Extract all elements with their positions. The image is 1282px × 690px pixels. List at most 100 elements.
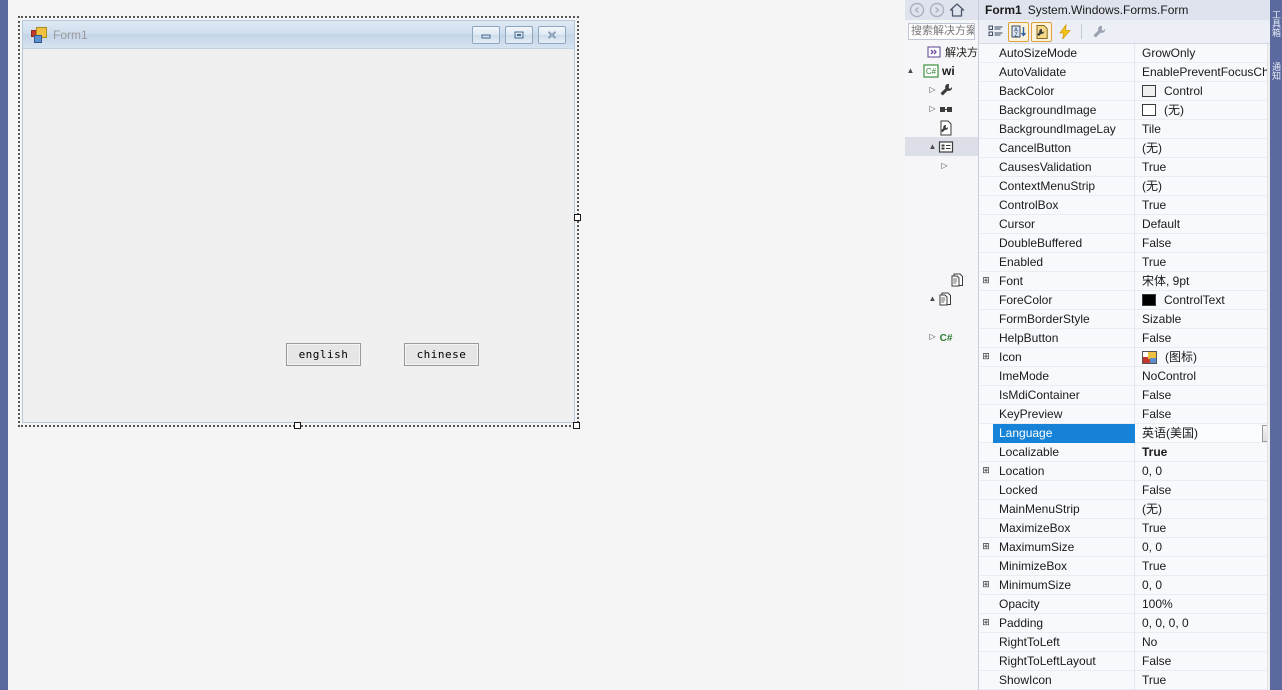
property-name[interactable]: HelpButton [993, 328, 1135, 348]
chinese-button[interactable]: chinese [404, 343, 479, 366]
property-row[interactable]: Language 英语(美国) [979, 423, 1282, 443]
property-row[interactable]: BackgroundImageLay Tile [979, 119, 1282, 139]
property-name[interactable]: Padding [993, 613, 1135, 633]
property-row[interactable]: ⊞ Icon (图标) [979, 347, 1282, 367]
property-name[interactable]: Cursor [993, 214, 1135, 234]
property-value[interactable]: True [1135, 253, 1282, 272]
property-row[interactable]: HelpButton False [979, 328, 1282, 348]
property-value[interactable]: GrowOnly [1135, 44, 1282, 63]
property-name[interactable]: MinimizeBox [993, 556, 1135, 576]
property-row[interactable]: ForeColor ControlText [979, 290, 1282, 310]
property-value[interactable]: False [1135, 481, 1282, 500]
properties-window[interactable]: Form1 System.Windows.Forms.Form ▾ A [978, 0, 1282, 690]
property-row[interactable]: RightToLeftLayout False [979, 651, 1282, 671]
expander-collapsed[interactable]: ▷ [927, 327, 938, 346]
property-row[interactable]: KeyPreview False [979, 404, 1282, 424]
property-name[interactable]: MinimumSize [993, 575, 1135, 595]
property-row[interactable]: Locked False [979, 480, 1282, 500]
resize-handle-bottom-right[interactable] [573, 422, 580, 429]
property-name[interactable]: Icon [993, 347, 1135, 367]
property-value[interactable]: 0, 0 [1135, 538, 1282, 557]
property-row[interactable]: IsMdiContainer False [979, 385, 1282, 405]
property-value[interactable]: Sizable [1135, 310, 1282, 329]
property-value[interactable]: 宋体, 9pt [1135, 272, 1282, 291]
property-name[interactable]: AutoSizeMode [993, 44, 1135, 63]
property-row[interactable]: BackgroundImage (无) [979, 100, 1282, 120]
property-pages-button[interactable] [1088, 22, 1109, 42]
property-row[interactable]: MinimizeBox True [979, 556, 1282, 576]
property-value[interactable]: Control [1135, 82, 1282, 101]
property-value[interactable]: 英语(美国) [1135, 424, 1282, 443]
home-icon[interactable] [949, 2, 965, 18]
property-value[interactable]: Tile [1135, 120, 1282, 139]
solution-explorer-panel[interactable]: 搜索解决方案资源管理器 解决方案 ▲ [905, 0, 978, 690]
expander-collapsed[interactable]: ▷ [939, 156, 950, 175]
property-value[interactable]: 0, 0 [1135, 462, 1282, 481]
property-row[interactable]: BackColor Control [979, 81, 1282, 101]
se-row-references[interactable]: ▷ [905, 99, 978, 118]
expander-expanded[interactable]: ▲ [927, 289, 938, 308]
property-value[interactable]: 0, 0, 0, 0 [1135, 614, 1282, 633]
form-minimize-button[interactable] [472, 25, 500, 44]
property-value[interactable]: True [1135, 671, 1282, 690]
expand-icon[interactable]: ⊞ [979, 538, 993, 557]
property-name[interactable]: IsMdiContainer [993, 385, 1135, 405]
property-row[interactable]: FormBorderStyle Sizable [979, 309, 1282, 329]
property-name[interactable]: ContextMenuStrip [993, 176, 1135, 196]
forward-icon[interactable] [929, 2, 945, 18]
property-row[interactable]: ShowIcon True [979, 670, 1282, 690]
property-value[interactable]: (无) [1135, 139, 1282, 158]
property-row[interactable]: Opacity 100% [979, 594, 1282, 614]
back-icon[interactable] [909, 2, 925, 18]
property-row[interactable]: ImeMode NoControl [979, 366, 1282, 386]
right-autohide-tab-strip[interactable]: 工具箱 通知 [1270, 0, 1282, 690]
property-value[interactable]: True [1135, 196, 1282, 215]
property-value[interactable]: False [1135, 329, 1282, 348]
property-value[interactable]: NoControl [1135, 367, 1282, 386]
se-row-child-1[interactable]: ▷ [905, 156, 978, 175]
expand-icon[interactable]: ⊞ [979, 614, 993, 633]
property-value[interactable]: True [1135, 443, 1282, 462]
designed-form[interactable]: Form1 english chinese [22, 20, 575, 423]
se-row-properties[interactable]: ▷ [905, 80, 978, 99]
expand-icon[interactable]: ⊞ [979, 272, 993, 291]
property-name[interactable]: ForeColor [993, 290, 1135, 310]
properties-header[interactable]: Form1 System.Windows.Forms.Form ▾ [979, 0, 1282, 20]
property-row[interactable]: ⊞ Location 0, 0 [979, 461, 1282, 481]
property-value[interactable]: (图标) [1135, 348, 1282, 367]
alphabetical-button[interactable]: A Z [1008, 21, 1029, 42]
se-row-solution[interactable]: 解决方案 [905, 42, 978, 61]
property-name[interactable]: BackgroundImage [993, 100, 1135, 120]
property-name[interactable]: Locked [993, 480, 1135, 500]
property-row[interactable]: ⊞ Padding 0, 0, 0, 0 [979, 613, 1282, 633]
property-row[interactable]: Enabled True [979, 252, 1282, 272]
expander-expanded[interactable]: ▲ [927, 137, 938, 156]
property-row[interactable]: ⊞ MinimumSize 0, 0 [979, 575, 1282, 595]
form-close-button[interactable] [538, 25, 566, 44]
property-name[interactable]: Localizable [993, 442, 1135, 462]
property-name[interactable]: RightToLeft [993, 632, 1135, 652]
property-row[interactable]: AutoSizeMode GrowOnly [979, 44, 1282, 63]
property-value[interactable]: False [1135, 652, 1282, 671]
english-button[interactable]: english [286, 343, 361, 366]
expand-icon[interactable]: ⊞ [979, 462, 993, 481]
property-name[interactable]: RightToLeftLayout [993, 651, 1135, 671]
events-button[interactable] [1054, 22, 1075, 42]
form-client-area[interactable]: english chinese [23, 49, 574, 422]
property-row[interactable]: Localizable True [979, 442, 1282, 462]
property-name[interactable]: MaximizeBox [993, 518, 1135, 538]
property-value[interactable]: No [1135, 633, 1282, 652]
property-name[interactable]: Enabled [993, 252, 1135, 272]
form-titlebar[interactable]: Form1 [23, 21, 574, 49]
property-value[interactable]: True [1135, 519, 1282, 538]
se-row-project[interactable]: ▲ C# wi [905, 61, 978, 80]
property-value[interactable]: (无) [1135, 101, 1282, 120]
solution-explorer-tree[interactable]: 解决方案 ▲ C# wi ▷ [905, 42, 978, 346]
properties-toolbar[interactable]: A Z [979, 20, 1282, 44]
property-name[interactable]: ControlBox [993, 195, 1135, 215]
property-value[interactable]: True [1135, 158, 1282, 177]
property-name[interactable]: MaximumSize [993, 537, 1135, 557]
property-row[interactable]: CancelButton (无) [979, 138, 1282, 158]
resize-handle-bottom-middle[interactable] [294, 422, 301, 429]
property-row[interactable]: Cursor Default [979, 214, 1282, 234]
